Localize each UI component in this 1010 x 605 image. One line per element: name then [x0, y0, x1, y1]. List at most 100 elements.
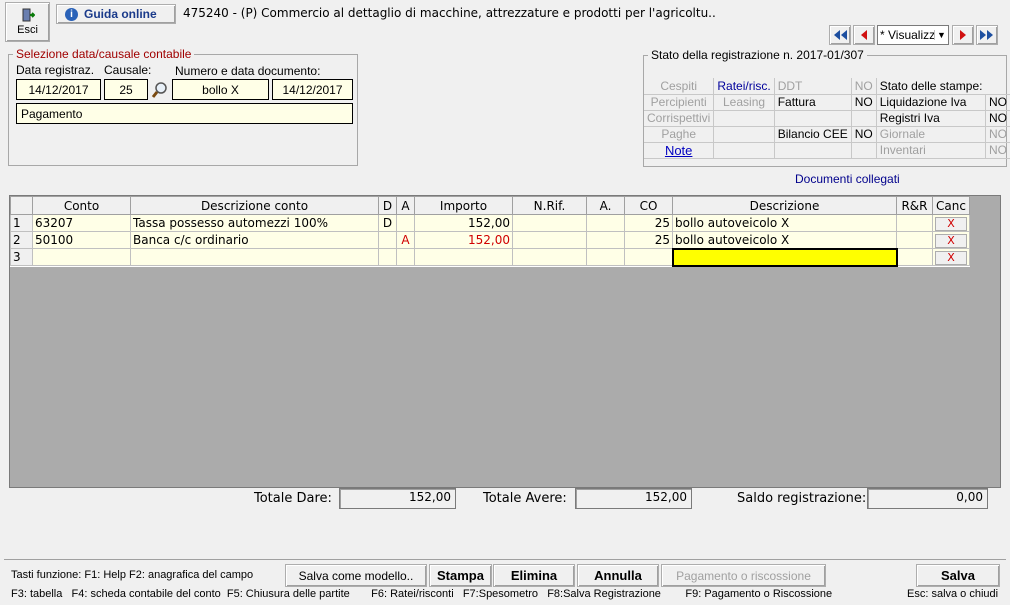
bilancio-cell[interactable]: Bilancio CEE [774, 126, 852, 143]
descrizione-conto-header[interactable]: Descrizione conto [130, 196, 379, 215]
co-header[interactable]: CO [624, 196, 673, 215]
tasti-funzione-line2: F3: tabella F4: scheda contabile del con… [11, 588, 833, 600]
first-record-button[interactable] [829, 25, 851, 45]
percipienti-cell[interactable]: Percipienti [644, 94, 715, 111]
stato-table: Cespiti Ratei/risc. DDT NO Stato delle s… [644, 78, 1010, 159]
d-cell[interactable]: D [378, 214, 397, 232]
descrizione-cell-active[interactable] [671, 247, 898, 267]
rr-cell[interactable] [896, 248, 933, 266]
elimina-button[interactable]: Elimina [493, 564, 575, 587]
causale-field[interactable]: 25 [104, 79, 148, 100]
rr-header[interactable]: R&R [896, 196, 933, 215]
a-rif-cell[interactable] [586, 231, 625, 249]
numero-documento-field[interactable]: bollo X [172, 79, 269, 100]
descrizione-cell[interactable]: bollo autoveicolo X [672, 214, 897, 232]
guida-online-button[interactable]: i Guida online [56, 4, 176, 24]
conto-cell[interactable] [32, 248, 131, 266]
table-row[interactable]: 3 X [10, 247, 970, 267]
saldo-label: Saldo registrazione: [737, 491, 867, 506]
saldo-value: 0,00 [867, 488, 988, 509]
importo-cell[interactable]: 152,00 [414, 214, 513, 232]
leasing-cell[interactable]: Leasing [713, 94, 775, 111]
totale-avere-label: Totale Avere: [483, 491, 567, 506]
stato-group-label: Stato della registrazione n. 2017-01/307 [648, 48, 867, 62]
next-record-button[interactable] [952, 25, 974, 45]
rr-cell[interactable] [896, 214, 933, 232]
importo-header[interactable]: Importo [414, 196, 513, 215]
d-header[interactable]: D [378, 196, 397, 215]
nrif-header[interactable]: N.Rif. [512, 196, 587, 215]
corrispettivi-cell[interactable]: Corrispettivi [644, 110, 715, 127]
descrizione-header[interactable]: Descrizione [672, 196, 897, 215]
inventari-label: Inventari [876, 142, 986, 159]
exit-door-icon [21, 8, 35, 22]
salva-button[interactable]: Salva [916, 564, 1000, 587]
row-number: 2 [10, 231, 33, 249]
descrizione-cell[interactable]: bollo autoveicolo X [672, 231, 897, 249]
a-rif-cell[interactable] [586, 248, 625, 266]
data-registrazione-field[interactable]: 14/12/2017 [16, 79, 101, 100]
a-cell[interactable] [396, 248, 415, 266]
conto-header[interactable]: Conto [32, 196, 131, 215]
canc-header[interactable]: Canc [932, 196, 970, 215]
previous-record-button[interactable] [853, 25, 875, 45]
delete-row-button[interactable]: X [935, 216, 967, 231]
view-mode-select[interactable]: * Visualizz ▼ [877, 25, 949, 45]
data-documento-field[interactable]: 14/12/2017 [272, 79, 353, 100]
empty-cell-3 [851, 110, 877, 127]
canc-cell: X [932, 231, 970, 249]
documenti-collegati-link[interactable]: Documenti collegati [795, 172, 900, 186]
table-row[interactable]: 1 63207 Tassa possesso automezzi 100% D … [10, 214, 970, 232]
search-icon[interactable] [151, 81, 169, 99]
descrizione-conto-cell[interactable]: Banca c/c ordinario [130, 231, 379, 249]
a-header[interactable]: A [396, 196, 415, 215]
descrizione-conto-cell[interactable]: Tassa possesso automezzi 100% [130, 214, 379, 232]
nrif-cell[interactable] [512, 231, 587, 249]
fattura-cell[interactable]: Fattura [774, 94, 852, 111]
delete-row-button[interactable]: X [935, 233, 967, 248]
importo-cell[interactable]: 152,00 [414, 231, 513, 249]
registrazione-table: Conto Descrizione conto D A Importo N.Ri… [10, 196, 970, 267]
ddt-value: NO [851, 78, 877, 95]
row-number: 3 [10, 248, 33, 266]
esci-button[interactable]: Esci [5, 2, 50, 42]
paghe-cell[interactable]: Paghe [644, 126, 715, 143]
a-rif-cell[interactable] [586, 214, 625, 232]
descrizione-conto-cell[interactable] [130, 248, 379, 266]
first-record-icon [834, 30, 847, 40]
a-cell[interactable] [396, 214, 415, 232]
note-label[interactable]: Note [665, 143, 692, 158]
d-cell[interactable] [378, 248, 397, 266]
co-cell[interactable]: 25 [624, 214, 673, 232]
ratei-cell[interactable]: Ratei/risc. [713, 78, 775, 95]
d-cell[interactable] [378, 231, 397, 249]
a-rif-header[interactable]: A. [586, 196, 625, 215]
totale-avere-value: 152,00 [575, 488, 692, 509]
conto-cell[interactable]: 63207 [32, 214, 131, 232]
conto-cell[interactable]: 50100 [32, 231, 131, 249]
last-record-button[interactable] [976, 25, 998, 45]
a-cell[interactable]: A [396, 231, 415, 249]
nrif-cell[interactable] [512, 214, 587, 232]
rr-cell[interactable] [896, 231, 933, 249]
co-cell[interactable]: 25 [624, 231, 673, 249]
importo-cell[interactable] [414, 248, 513, 266]
pagamento-riscossione-button[interactable]: Pagamento o riscossione [661, 564, 826, 587]
ddt-cell[interactable]: DDT [774, 78, 852, 95]
note-link[interactable]: Note [644, 142, 715, 159]
annulla-button[interactable]: Annulla [577, 564, 659, 587]
table-row[interactable]: 2 50100 Banca c/c ordinario A 152,00 25 … [10, 231, 970, 249]
delete-row-button[interactable]: X [935, 250, 967, 265]
empty-cell-2 [774, 110, 852, 127]
canc-cell: X [932, 248, 970, 266]
nrif-cell[interactable] [512, 248, 587, 266]
stampa-button[interactable]: Stampa [429, 564, 492, 587]
co-cell[interactable] [624, 248, 673, 266]
giornale-label: Giornale [876, 126, 986, 143]
empty-cell-7 [851, 142, 877, 159]
salva-modello-button[interactable]: Salva come modello.. [285, 564, 427, 587]
data-registrazione-label: Data registraz. [16, 63, 95, 77]
view-mode-value: * Visualizz [880, 28, 934, 42]
cespiti-cell[interactable]: Cespiti [644, 78, 715, 95]
descrizione-field[interactable]: Pagamento [16, 103, 353, 124]
